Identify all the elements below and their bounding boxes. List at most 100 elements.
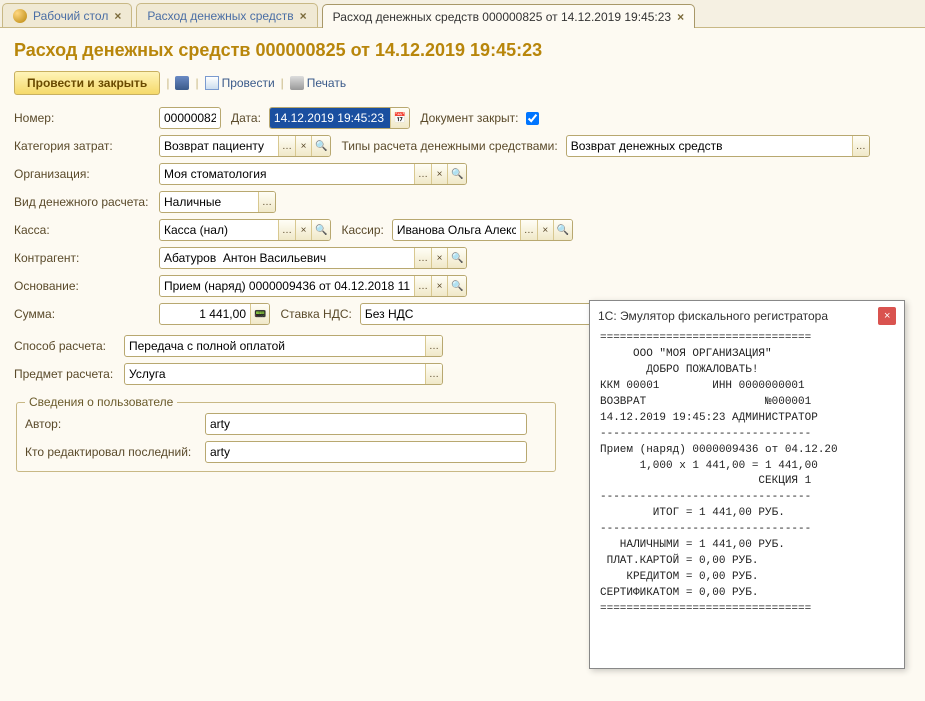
panel-title-text: 1С: Эмулятор фискального регистратора bbox=[598, 309, 828, 323]
sum-field[interactable]: 📟 bbox=[159, 303, 270, 325]
user-info-legend: Сведения о пользователе bbox=[25, 395, 177, 409]
label-counterparty: Контрагент: bbox=[14, 251, 159, 265]
clear-icon[interactable]: × bbox=[431, 248, 447, 268]
panel-close-button[interactable]: × bbox=[878, 307, 896, 325]
kassa-input[interactable] bbox=[160, 220, 278, 240]
clear-icon[interactable]: × bbox=[431, 164, 447, 184]
cashier-input[interactable] bbox=[393, 220, 520, 240]
label-calc-types: Типы расчета денежными средствами: bbox=[341, 139, 557, 153]
fiscal-emulator-panel: 1С: Эмулятор фискального регистратора × … bbox=[589, 300, 905, 669]
label-last-editor: Кто редактировал последний: bbox=[25, 445, 205, 459]
select-icon[interactable]: … bbox=[414, 164, 431, 184]
select-icon[interactable]: … bbox=[520, 220, 537, 240]
label-doc-closed: Документ закрыт: bbox=[420, 111, 518, 125]
page-title: Расход денежных средств 000000825 от 14.… bbox=[14, 40, 911, 61]
label-category: Категория затрат: bbox=[14, 139, 159, 153]
select-icon[interactable]: … bbox=[414, 276, 431, 296]
category-field[interactable]: … × 🔍 bbox=[159, 135, 331, 157]
author-input[interactable] bbox=[206, 414, 526, 434]
org-input[interactable] bbox=[160, 164, 414, 184]
subject-field[interactable]: … bbox=[124, 363, 443, 385]
date-input[interactable] bbox=[270, 108, 390, 128]
select-icon[interactable]: … bbox=[258, 192, 275, 212]
calc-types-input[interactable] bbox=[567, 136, 852, 156]
clear-icon[interactable]: × bbox=[295, 136, 311, 156]
subject-input[interactable] bbox=[125, 364, 425, 384]
select-icon[interactable]: … bbox=[852, 136, 869, 156]
tab-desktop[interactable]: Рабочий стол × bbox=[2, 3, 132, 27]
label-org: Организация: bbox=[14, 167, 159, 181]
label-kassa: Касса: bbox=[14, 223, 159, 237]
select-icon[interactable]: … bbox=[414, 248, 431, 268]
label-basis: Основание: bbox=[14, 279, 159, 293]
label-kind: Вид денежного расчета: bbox=[14, 195, 159, 209]
kassa-field[interactable]: … × 🔍 bbox=[159, 219, 331, 241]
kind-field[interactable]: … bbox=[159, 191, 276, 213]
clear-icon[interactable]: × bbox=[295, 220, 311, 240]
run-and-close-button[interactable]: Провести и закрыть bbox=[14, 71, 160, 95]
magnifier-icon[interactable]: 🔍 bbox=[447, 164, 466, 184]
separator-icon: | bbox=[166, 76, 169, 90]
tab-label: Расход денежных средств bbox=[147, 9, 293, 23]
kind-input[interactable] bbox=[160, 192, 258, 212]
magnifier-icon[interactable]: 🔍 bbox=[447, 248, 466, 268]
calculator-icon[interactable]: 📟 bbox=[250, 304, 269, 324]
label-cashier: Кассир: bbox=[341, 223, 383, 237]
print-button[interactable]: Печать bbox=[290, 76, 346, 90]
magnifier-icon[interactable]: 🔍 bbox=[311, 220, 330, 240]
author-field[interactable] bbox=[205, 413, 527, 435]
close-icon[interactable]: × bbox=[114, 9, 121, 23]
label-number: Номер: bbox=[14, 111, 159, 125]
label-author: Автор: bbox=[25, 417, 205, 431]
category-input[interactable] bbox=[160, 136, 278, 156]
number-field[interactable] bbox=[159, 107, 221, 129]
last-editor-field[interactable] bbox=[205, 441, 527, 463]
desktop-icon bbox=[13, 9, 27, 23]
last-editor-input[interactable] bbox=[206, 442, 526, 462]
receipt-text: ================================ ООО "МО… bbox=[590, 331, 904, 668]
org-field[interactable]: … × 🔍 bbox=[159, 163, 467, 185]
magnifier-icon[interactable]: 🔍 bbox=[447, 276, 466, 296]
run-button[interactable]: Провести bbox=[205, 76, 275, 90]
counterparty-field[interactable]: … × 🔍 bbox=[159, 247, 467, 269]
printer-icon bbox=[290, 76, 304, 90]
tab-bar: Рабочий стол × Расход денежных средств ×… bbox=[0, 0, 925, 28]
separator-icon: | bbox=[195, 76, 198, 90]
select-icon[interactable]: … bbox=[425, 364, 442, 384]
select-icon[interactable]: … bbox=[278, 220, 295, 240]
cashier-field[interactable]: … × 🔍 bbox=[392, 219, 573, 241]
tab-expense-doc[interactable]: Расход денежных средств 000000825 от 14.… bbox=[322, 4, 695, 28]
close-icon[interactable]: × bbox=[300, 9, 307, 23]
pay-method-field[interactable]: … bbox=[124, 335, 443, 357]
label-date: Дата: bbox=[231, 111, 261, 125]
clear-icon[interactable]: × bbox=[431, 276, 447, 296]
tab-expense[interactable]: Расход денежных средств × bbox=[136, 3, 317, 27]
tab-label: Расход денежных средств 000000825 от 14.… bbox=[333, 10, 671, 24]
label-pay-method: Способ расчета: bbox=[14, 339, 124, 353]
calendar-icon[interactable]: 📅 bbox=[390, 108, 409, 128]
counterparty-input[interactable] bbox=[160, 248, 414, 268]
magnifier-icon[interactable]: 🔍 bbox=[553, 220, 572, 240]
doc-closed-checkbox[interactable] bbox=[526, 112, 539, 125]
sum-input[interactable] bbox=[160, 304, 250, 324]
close-icon[interactable]: × bbox=[677, 10, 684, 24]
pay-method-input[interactable] bbox=[125, 336, 425, 356]
basis-field[interactable]: … × 🔍 bbox=[159, 275, 467, 297]
toolbar: Провести и закрыть | | Провести | Печать bbox=[14, 71, 911, 95]
user-info-group: Сведения о пользователе Автор: Кто редак… bbox=[16, 395, 556, 472]
tab-label: Рабочий стол bbox=[33, 9, 108, 23]
basis-input[interactable] bbox=[160, 276, 414, 296]
label-subject: Предмет расчета: bbox=[14, 367, 124, 381]
clear-icon[interactable]: × bbox=[537, 220, 553, 240]
label-sum: Сумма: bbox=[14, 307, 159, 321]
document-icon bbox=[205, 76, 219, 90]
magnifier-icon[interactable]: 🔍 bbox=[311, 136, 330, 156]
date-field[interactable]: 📅 bbox=[269, 107, 410, 129]
label-vat-rate: Ставка НДС: bbox=[280, 307, 351, 321]
select-icon[interactable]: … bbox=[425, 336, 442, 356]
select-icon[interactable]: … bbox=[278, 136, 295, 156]
number-input[interactable] bbox=[160, 108, 220, 128]
save-icon[interactable] bbox=[175, 76, 189, 90]
separator-icon: | bbox=[281, 76, 284, 90]
calc-types-field[interactable]: … bbox=[566, 135, 870, 157]
